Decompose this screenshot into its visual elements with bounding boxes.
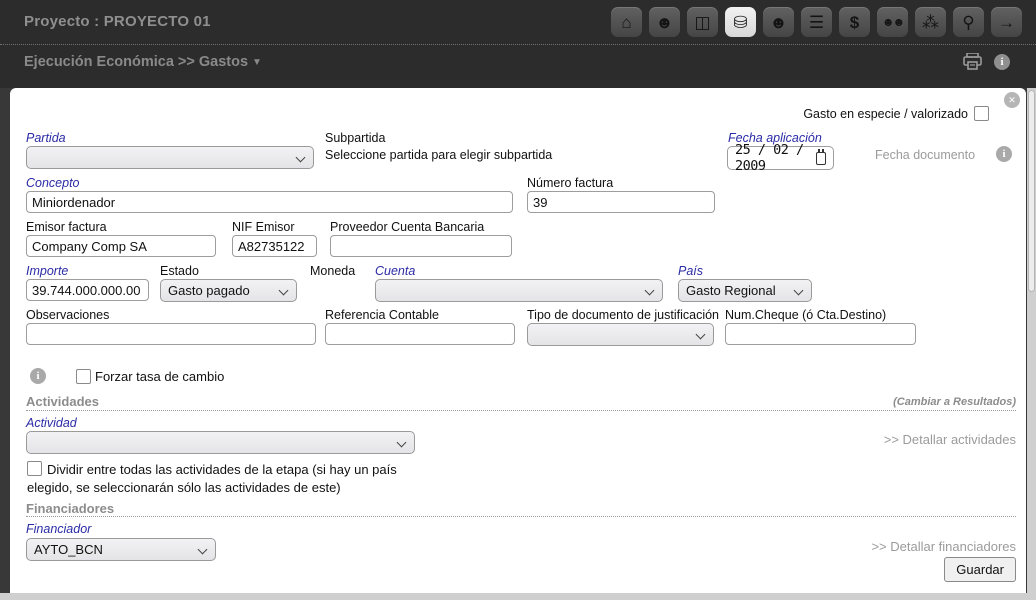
forzar-tasa-label: Forzar tasa de cambio: [95, 369, 224, 384]
gasto-especie-label: Gasto en especie / valorizado: [803, 107, 968, 121]
pais-select[interactable]: Gasto Regional: [678, 279, 812, 302]
fecha-documento-label: Fecha documento: [875, 148, 975, 162]
financiadores-section-title: Financiadores: [26, 501, 114, 516]
tasa-cambio-info-icon[interactable]: [30, 368, 46, 384]
estado-select[interactable]: Gasto pagado: [160, 279, 297, 302]
guardar-button[interactable]: Guardar: [944, 557, 1016, 582]
title-bar: Proyecto : PROYECTO 01 ⌂ ☻ ◫ ⛁ ☻ ☰ $ ☻☻ …: [0, 0, 1036, 45]
cuenta-label[interactable]: Cuenta: [375, 264, 415, 278]
num-cheque-label: Num.Cheque (ó Cta.Destino): [725, 308, 886, 322]
breadcrumb-label: Ejecución Económica >> Gastos: [24, 54, 248, 70]
user-clock-icon[interactable]: ☻: [649, 7, 680, 37]
proveedor-cuenta-label: Proveedor Cuenta Bancaria: [330, 220, 484, 234]
dividir-actividades-row: Dividir entre todas las actividades de l…: [27, 461, 399, 497]
pais-label[interactable]: País: [678, 264, 703, 278]
actividad-select[interactable]: [26, 431, 415, 454]
financiador-label[interactable]: Financiador: [26, 522, 91, 536]
numero-factura-label: Número factura: [527, 176, 613, 190]
main-nav: ⌂ ☻ ◫ ⛁ ☻ ☰ $ ☻☻ ⁂ ⚲ →: [611, 7, 1022, 37]
subpartida-label: Subpartida: [325, 131, 385, 145]
tipo-documento-select[interactable]: [527, 323, 714, 346]
gasto-form-panel: Gasto en especie / valorizado Partida Su…: [10, 88, 1026, 593]
importe-label[interactable]: Importe: [26, 264, 68, 278]
fecha-documento-info-icon[interactable]: [996, 146, 1012, 162]
breadcrumb-bar: Ejecución Económica >> Gastos ▼: [0, 45, 1036, 88]
concepto-input[interactable]: [26, 191, 513, 213]
dividir-actividades-checkbox[interactable]: [27, 461, 42, 476]
subpartida-hint: Seleccione partida para elegir subpartid…: [325, 148, 552, 162]
tipo-documento-label: Tipo de documento de justificación: [527, 308, 719, 322]
info-icon[interactable]: [994, 54, 1010, 70]
nif-emisor-label: NIF Emisor: [232, 220, 295, 234]
forzar-tasa-checkbox[interactable]: [76, 369, 91, 384]
emisor-factura-input[interactable]: [26, 235, 216, 257]
concepto-label[interactable]: Concepto: [26, 176, 80, 190]
referencia-contable-input[interactable]: [325, 323, 515, 345]
home-icon[interactable]: ⌂: [611, 7, 642, 37]
partida-select[interactable]: [26, 146, 314, 169]
ledger-icon[interactable]: ☰: [801, 7, 832, 37]
financiador-select[interactable]: AYTO_BCN: [26, 538, 216, 561]
actividades-section-title: Actividades: [26, 394, 99, 409]
user-icon[interactable]: ☻: [763, 7, 794, 37]
actividad-label[interactable]: Actividad: [26, 416, 77, 430]
database-icon[interactable]: ⛁: [725, 7, 756, 37]
divider: [26, 516, 1016, 517]
detallar-actividades-link[interactable]: >> Detallar actividades: [884, 432, 1016, 447]
moneda-label: Moneda: [310, 264, 355, 278]
page-title: Proyecto : PROYECTO 01: [24, 13, 211, 30]
money-bag-icon[interactable]: $: [839, 7, 870, 37]
celebration-icon[interactable]: ⁂: [915, 7, 946, 37]
observaciones-input[interactable]: [26, 323, 316, 345]
fecha-aplicacion-value: 25 / 02 / 2009: [735, 142, 810, 174]
observaciones-label: Observaciones: [26, 308, 109, 322]
key-icon[interactable]: ⚲: [953, 7, 984, 37]
fecha-aplicacion-input[interactable]: 25 / 02 / 2009: [727, 146, 834, 170]
dividir-actividades-label: Dividir entre todas las actividades de l…: [27, 462, 397, 495]
cuenta-select[interactable]: [375, 279, 663, 302]
numero-factura-input[interactable]: [527, 191, 715, 213]
proveedor-cuenta-input[interactable]: [330, 235, 512, 257]
estado-label: Estado: [160, 264, 199, 278]
chevron-down-icon: ▼: [252, 57, 262, 68]
emisor-factura-label: Emisor factura: [26, 220, 107, 234]
form-window-icon[interactable]: ◫: [687, 7, 718, 37]
nif-emisor-input[interactable]: [232, 235, 317, 257]
num-cheque-input[interactable]: [725, 323, 916, 345]
exit-icon[interactable]: →: [991, 7, 1022, 37]
partida-label[interactable]: Partida: [26, 131, 66, 145]
users-icon[interactable]: ☻☻: [877, 7, 908, 37]
gasto-especie-checkbox[interactable]: [974, 106, 989, 121]
importe-input[interactable]: [26, 279, 149, 301]
bottom-scrollbar[interactable]: [0, 593, 1036, 600]
scrollbar-thumb[interactable]: [1028, 90, 1035, 292]
breadcrumb[interactable]: Ejecución Económica >> Gastos ▼: [24, 54, 262, 70]
cambiar-resultados-link[interactable]: (Cambiar a Resultados): [893, 396, 1016, 408]
detallar-financiadores-link[interactable]: >> Detallar financiadores: [871, 539, 1016, 554]
referencia-contable-label: Referencia Contable: [325, 308, 439, 322]
printer-icon[interactable]: [963, 53, 982, 70]
vertical-scrollbar[interactable]: [1027, 88, 1036, 593]
close-icon[interactable]: [1004, 92, 1020, 108]
divider: [26, 410, 1016, 411]
calendar-icon: [816, 152, 826, 165]
